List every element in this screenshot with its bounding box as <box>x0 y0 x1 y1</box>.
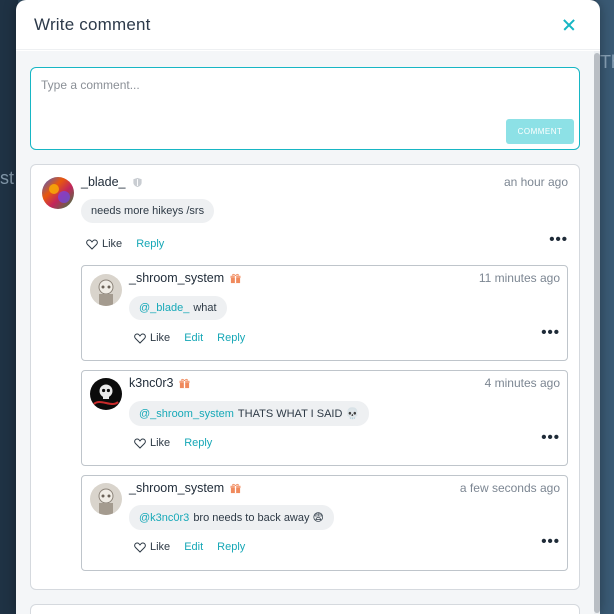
comment-composer: COMMENT <box>30 67 580 150</box>
like-label[interactable]: Like <box>150 332 170 344</box>
modal-body: COMMENT _blade_ <box>16 51 600 614</box>
heart-icon <box>134 437 146 449</box>
mention-link[interactable]: @_blade_ <box>139 302 189 314</box>
more-options-icon[interactable]: ••• <box>549 231 568 248</box>
heart-icon <box>86 238 98 250</box>
heart-icon <box>134 332 146 344</box>
reply-card: _shroom_system a few seconds ago @k3nc0r… <box>81 475 568 571</box>
reply-text: bro needs to back away 😨 <box>193 512 325 524</box>
reply-author[interactable]: k3nc0r3 <box>129 376 191 390</box>
comment-author[interactable]: _blade_ <box>81 175 143 189</box>
avatar[interactable] <box>90 378 122 410</box>
like-label[interactable]: Like <box>102 238 122 250</box>
mention-link[interactable]: @k3nc0r3 <box>139 512 189 524</box>
comment-thread <box>30 604 580 614</box>
reply-card: k3nc0r3 4 minutes ago @_shroom_system TH… <box>81 370 568 466</box>
like-label[interactable]: Like <box>150 541 170 553</box>
comment-button[interactable]: COMMENT <box>506 119 574 144</box>
shield-badge-icon <box>132 177 142 187</box>
like-button[interactable]: Like <box>86 238 122 250</box>
avatar[interactable] <box>90 483 122 515</box>
avatar[interactable] <box>90 274 122 306</box>
comment-time: an hour ago <box>503 175 568 189</box>
more-options-icon[interactable]: ••• <box>541 533 560 550</box>
reply-card: _shroom_system 11 minutes ago @_blade_ w… <box>81 265 568 361</box>
author-name[interactable]: k3nc0r3 <box>129 376 173 390</box>
author-name[interactable]: _shroom_system <box>129 271 224 285</box>
author-name[interactable]: _shroom_system <box>129 481 224 495</box>
reply-text: THATS WHAT I SAID 💀 <box>237 408 360 420</box>
reply-bubble: @k3nc0r3 bro needs to back away 😨 <box>129 505 335 530</box>
reply-actions: Like Reply <box>134 437 212 449</box>
gift-icon <box>230 483 241 493</box>
modal-title: Write comment <box>34 14 151 34</box>
heart-icon <box>134 541 146 553</box>
gift-icon <box>179 378 191 388</box>
reply-time: 11 minutes ago <box>478 271 560 285</box>
reply-link[interactable]: Reply <box>136 238 164 250</box>
write-comment-modal: Write comment COMMENT <box>16 0 600 614</box>
reply-author[interactable]: _shroom_system <box>129 481 241 495</box>
gift-icon <box>230 273 241 283</box>
modal-header: Write comment <box>16 0 600 50</box>
reply-bubble: @_blade_ what <box>129 296 227 320</box>
reply-link[interactable]: Reply <box>217 541 245 553</box>
mention-link[interactable]: @_shroom_system <box>139 408 234 420</box>
backdrop-text: Th <box>600 52 614 72</box>
comment-bubble: needs more hikeys /srs <box>81 199 215 223</box>
like-button[interactable]: Like <box>134 437 170 449</box>
like-button[interactable]: Like <box>134 332 170 344</box>
reply-time: a few seconds ago <box>459 481 560 495</box>
avatar[interactable] <box>42 177 74 209</box>
like-label[interactable]: Like <box>150 437 170 449</box>
reply-actions: Like Edit Reply <box>134 332 245 344</box>
backdrop-text: st <box>0 168 15 188</box>
edit-link[interactable]: Edit <box>184 332 203 344</box>
reply-author[interactable]: _shroom_system <box>129 271 241 285</box>
reply-text: what <box>193 302 217 314</box>
reply-bubble: @_shroom_system THATS WHAT I SAID 💀 <box>129 401 370 426</box>
comment-text: needs more hikeys /srs <box>91 205 205 217</box>
comment-actions: Like Reply <box>86 238 164 250</box>
scrollbar-thumb[interactable] <box>594 53 600 613</box>
edit-link[interactable]: Edit <box>184 541 203 553</box>
reply-link[interactable]: Reply <box>217 332 245 344</box>
close-icon[interactable] <box>558 14 580 36</box>
comment-input[interactable] <box>31 68 579 149</box>
reply-time: 4 minutes ago <box>484 376 560 390</box>
comment-thread: _blade_ an hour ago needs more hikeys /s… <box>30 164 580 590</box>
author-name[interactable]: _blade_ <box>81 175 126 189</box>
more-options-icon[interactable]: ••• <box>541 429 560 446</box>
reply-actions: Like Edit Reply <box>134 541 245 553</box>
more-options-icon[interactable]: ••• <box>541 324 560 341</box>
like-button[interactable]: Like <box>134 541 170 553</box>
scrollbar-track[interactable] <box>594 51 600 614</box>
reply-link[interactable]: Reply <box>184 437 212 449</box>
